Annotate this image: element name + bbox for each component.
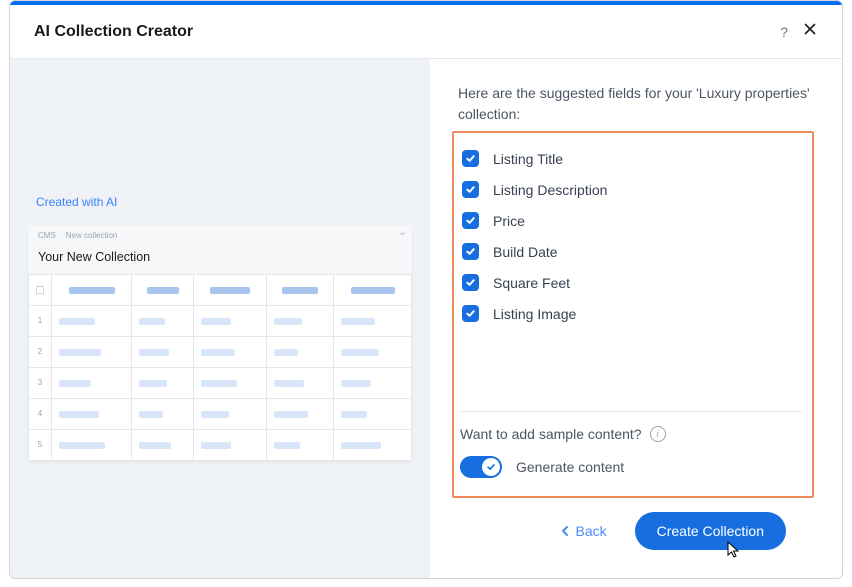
header-actions: ?: [780, 21, 818, 42]
divider: [460, 411, 802, 412]
back-label: Back: [575, 523, 606, 539]
toggle-label: Generate content: [516, 459, 624, 475]
sample-content-row: Want to add sample content? i: [460, 426, 802, 442]
preview-card: CMS New collection •• Your New Collectio…: [28, 225, 412, 461]
preview-tabs: CMS New collection: [38, 231, 117, 240]
field-item: Price: [460, 205, 802, 236]
field-label: Price: [493, 213, 525, 229]
field-item: Listing Title: [460, 143, 802, 174]
intro-text: Here are the suggested fields for your '…: [458, 83, 814, 125]
back-button[interactable]: Back: [551, 515, 616, 547]
highlight-box: Listing Title Listing Description Price: [452, 131, 814, 498]
checkbox[interactable]: [462, 305, 479, 322]
modal-header: AI Collection Creator ?: [10, 5, 842, 59]
field-label: Listing Image: [493, 306, 576, 322]
preview-header: CMS New collection ••: [28, 225, 412, 242]
preview-tab-new: New collection: [66, 231, 118, 240]
preview-window-controls: ••: [400, 229, 404, 239]
info-icon[interactable]: i: [650, 426, 666, 442]
field-label: Square Feet: [493, 275, 570, 291]
toggle-knob: [482, 458, 500, 476]
field-item: Square Feet: [460, 267, 802, 298]
table-row: 5: [29, 429, 412, 460]
table-row: 1: [29, 305, 412, 336]
table-row: 3: [29, 367, 412, 398]
field-list: Listing Title Listing Description Price: [460, 143, 802, 403]
field-label: Listing Description: [493, 182, 607, 198]
toggle-row: Generate content: [460, 456, 802, 478]
modal: AI Collection Creator ? Created with AI …: [9, 0, 843, 579]
field-item: Listing Description: [460, 174, 802, 205]
footer: Back Create Collection: [458, 498, 814, 562]
table-row: 2: [29, 336, 412, 367]
field-label: Listing Title: [493, 151, 563, 167]
config-panel: Here are the suggested fields for your '…: [430, 59, 842, 578]
field-label: Build Date: [493, 244, 558, 260]
modal-body: Created with AI CMS New collection •• Yo…: [10, 59, 842, 578]
preview-panel: Created with AI CMS New collection •• Yo…: [10, 59, 430, 578]
checkbox[interactable]: [462, 150, 479, 167]
checkbox[interactable]: [462, 212, 479, 229]
checkbox[interactable]: [462, 181, 479, 198]
field-item: Build Date: [460, 236, 802, 267]
preview-tab-cms: CMS: [38, 231, 56, 240]
modal-title: AI Collection Creator: [34, 23, 193, 41]
preview-table: 1 2: [28, 274, 412, 461]
chevron-left-icon: [561, 525, 569, 537]
close-icon[interactable]: [802, 21, 818, 42]
ai-badge: Created with AI: [36, 195, 117, 209]
checkbox[interactable]: [462, 274, 479, 291]
sample-content-label: Want to add sample content?: [460, 426, 642, 442]
checkbox[interactable]: [462, 243, 479, 260]
preview-title: Your New Collection: [28, 242, 412, 274]
help-icon[interactable]: ?: [780, 24, 788, 40]
create-collection-button[interactable]: Create Collection: [635, 512, 786, 550]
generate-content-toggle[interactable]: [460, 456, 502, 478]
field-item: Listing Image: [460, 298, 802, 329]
table-row: 4: [29, 398, 412, 429]
